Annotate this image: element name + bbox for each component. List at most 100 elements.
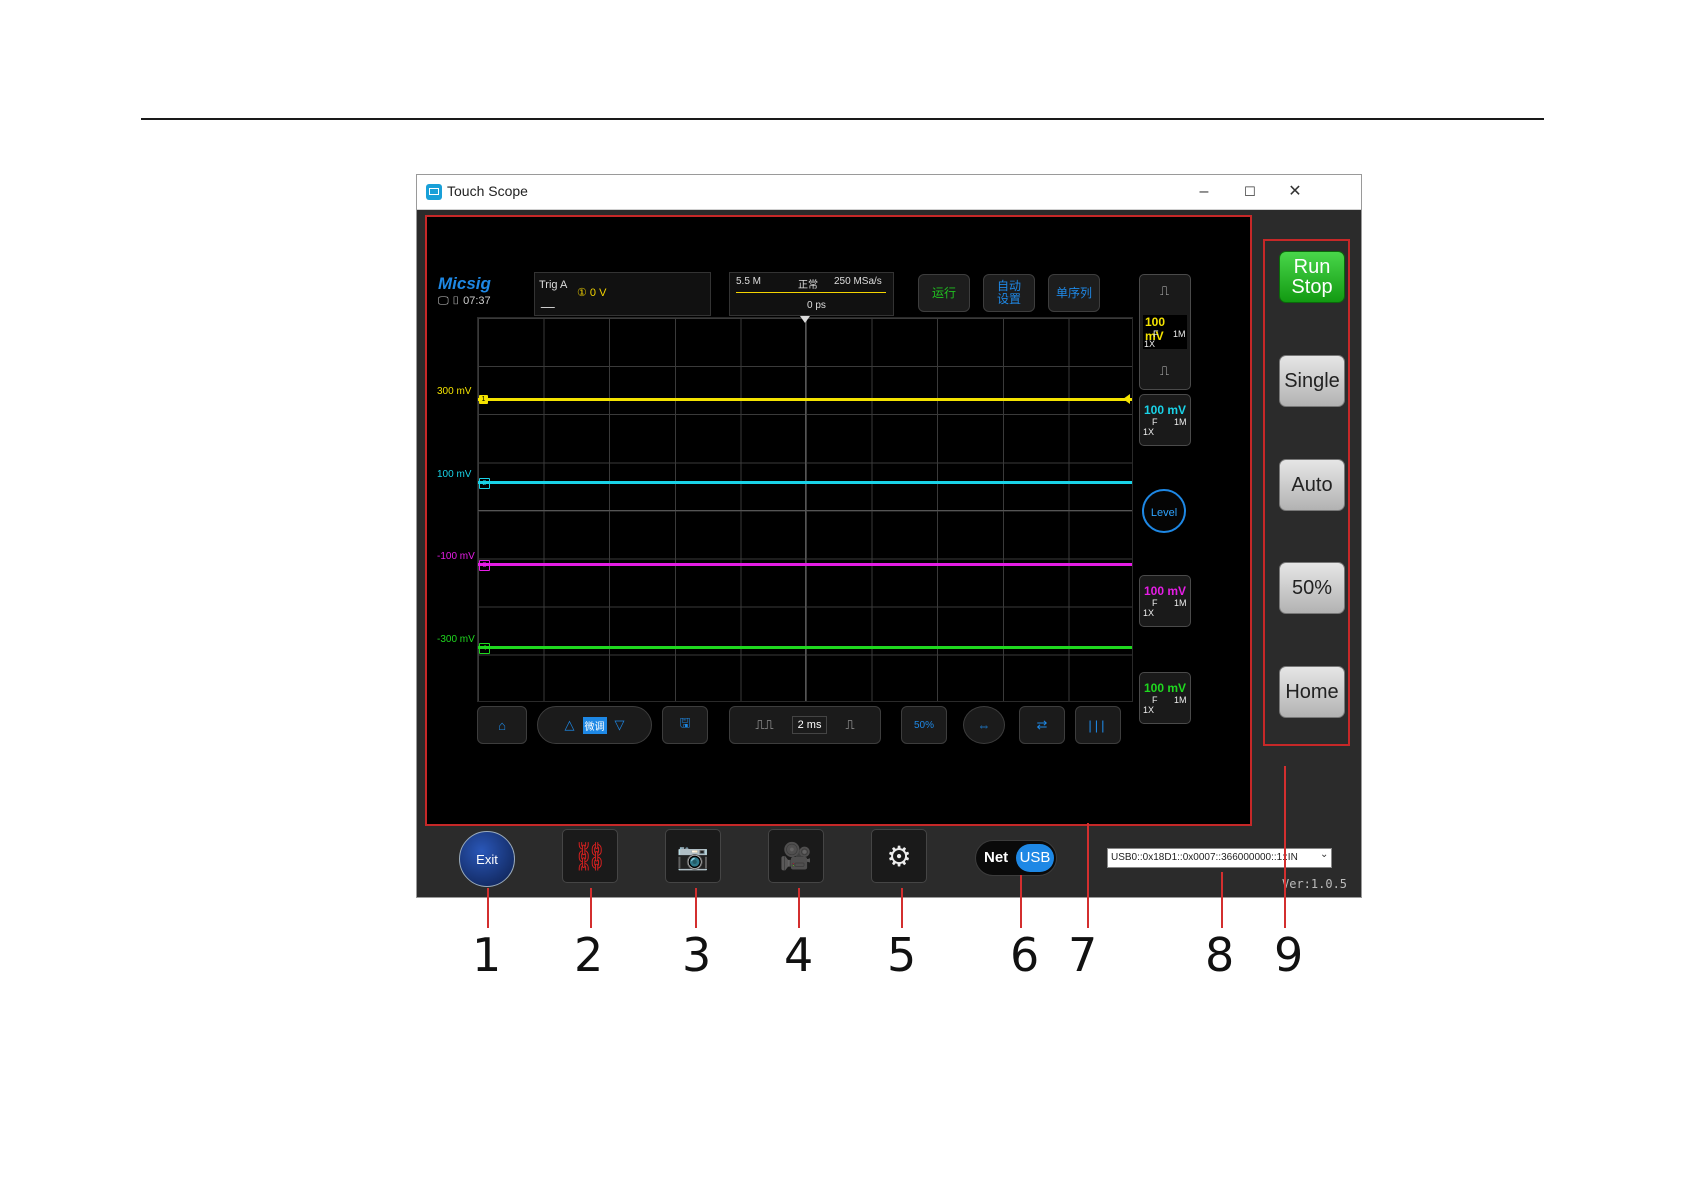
ch3-coupling: F — [1152, 598, 1158, 608]
ch1-probe: 1X — [1144, 339, 1156, 349]
clock-time: 07:37 — [463, 295, 491, 307]
ch4-offset: -300 mV — [437, 634, 475, 645]
close-button[interactable]: ✕ — [1272, 175, 1318, 209]
acq-mode: 正常 — [798, 280, 818, 291]
ch2-probe: 1X — [1143, 427, 1155, 437]
ch4-coupling: F — [1152, 695, 1158, 705]
ch4-volts: 100 mV — [1144, 681, 1187, 695]
ch3-panel[interactable]: 100 mV F 1M 1X — [1139, 575, 1191, 627]
home-icon[interactable]: ⌂ — [477, 706, 527, 744]
video-record-icon[interactable]: 🎥 — [768, 829, 824, 883]
device-select[interactable]: USB0::0x18D1::0x0007::366000000::1::IN — [1107, 848, 1332, 868]
net-option[interactable]: Net — [984, 849, 1008, 866]
up-arrow-icon[interactable]: △ — [565, 717, 575, 733]
fine-adjust-control[interactable]: △ 微调 ▽ — [537, 706, 652, 744]
waveform-grid[interactable]: 1 2 3 4 — [477, 316, 1133, 702]
down-arrow-icon[interactable]: ▽ — [615, 717, 625, 733]
horizontal-position-icon[interactable]: ⇔ — [963, 706, 1005, 744]
minimize-button[interactable]: – — [1181, 175, 1227, 209]
ch3-trace — [478, 563, 1132, 566]
trigger-icon[interactable]: ⇄ — [1019, 706, 1065, 744]
callout-2: 2 — [574, 928, 604, 982]
center-horizontal-axis — [478, 510, 1132, 511]
version-label: Ver:1.0.5 — [1282, 877, 1348, 891]
trigger-position-marker[interactable] — [800, 316, 810, 323]
device-address: USB0::0x18D1::0x0007::366000000::1::IN — [1111, 852, 1298, 863]
trigger-level-marker[interactable] — [1123, 394, 1130, 404]
pulse-icon: ⎍ — [1160, 283, 1170, 298]
ch2-coupling: F — [1152, 417, 1158, 427]
ch1-coupling: F — [1153, 329, 1159, 339]
trigger-level-knob[interactable]: Level — [1142, 489, 1186, 533]
usb-option[interactable]: USB — [1016, 844, 1054, 872]
maximize-button[interactable]: ☐ — [1227, 175, 1273, 209]
callout-5: 5 — [887, 928, 917, 982]
ch2-marker[interactable]: 2 — [479, 478, 490, 489]
wide-pulse-icon[interactable]: ⎍⎍ — [755, 717, 773, 733]
save-icon[interactable]: 🖫 — [662, 706, 708, 744]
run-stop-button[interactable]: Run Stop — [1279, 251, 1345, 303]
ch2-offset: 100 mV — [437, 469, 472, 480]
run-button[interactable]: 运行 — [918, 274, 970, 312]
trigger-source: Trig A — [539, 279, 568, 291]
cursor-icon[interactable]: ||| — [1075, 706, 1121, 744]
ch3-impedance: 1M — [1174, 598, 1187, 608]
callout-line-4 — [798, 888, 800, 928]
ch1-info: 100 mV F 1M 1X — [1143, 315, 1187, 349]
narrow-pulse-icon[interactable]: ⎍ — [845, 717, 854, 733]
title-bar: Touch Scope – ☐ ✕ — [417, 175, 1361, 210]
net-usb-toggle[interactable]: Net USB — [975, 840, 1057, 876]
callout-line-9 — [1284, 766, 1286, 928]
auto-button[interactable]: Auto — [1279, 459, 1345, 511]
connect-link-icon[interactable]: ⛓ — [562, 829, 618, 883]
ch1-marker[interactable]: 1 — [479, 395, 488, 404]
ch1-panel[interactable]: ⎍ 100 mV F 1M 1X ⎍ — [1139, 274, 1191, 390]
window-title: Touch Scope — [447, 183, 528, 199]
ch3-marker[interactable]: 3 — [479, 560, 490, 571]
callout-line-1 — [487, 888, 489, 928]
callout-4: 4 — [784, 928, 814, 982]
clock: 🖵 ▯ 07:37 — [438, 295, 491, 308]
single-button[interactable]: Single — [1279, 355, 1345, 407]
timebase-control[interactable]: ⎍⎍ 2 ms ⎍ — [729, 706, 881, 744]
callout-line-5 — [901, 888, 903, 928]
screenshot-camera-icon[interactable]: 📷 — [665, 829, 721, 883]
fifty-percent-button[interactable]: 50% — [901, 706, 947, 744]
ch1-offset: 300 mV — [437, 386, 472, 397]
fine-label: 微调 — [582, 716, 607, 734]
app-icon — [426, 184, 442, 200]
single-seq-button[interactable]: 单序列 — [1048, 274, 1100, 312]
app-window: Touch Scope – ☐ ✕ Micsig 🖵 ▯ 07:37 Trig … — [416, 174, 1362, 898]
ch3-volts: 100 mV — [1144, 584, 1187, 598]
memory-bar — [736, 292, 886, 293]
ch3-offset: -100 mV — [437, 551, 475, 562]
ch4-probe: 1X — [1143, 705, 1155, 715]
ch2-panel[interactable]: 100 mV F 1M 1X — [1139, 394, 1191, 446]
home-button[interactable]: Home — [1279, 666, 1345, 718]
brand-logo: Micsig — [438, 274, 491, 293]
ch4-marker[interactable]: 4 — [479, 643, 490, 654]
callout-line-8 — [1221, 872, 1223, 928]
fifty-percent-quick-button[interactable]: 50% — [1279, 562, 1345, 614]
callout-line-2 — [590, 888, 592, 928]
chevron-down-icon[interactable]: ⌄ — [1320, 849, 1328, 860]
ch4-impedance: 1M — [1174, 695, 1187, 705]
callout-3: 3 — [682, 928, 712, 982]
page-divider — [141, 118, 1544, 120]
timebase-info[interactable]: 5.5 M 正常 250 MSa/s 0 ps — [729, 272, 894, 316]
pulse-icon: ⎍ — [1160, 363, 1170, 378]
autoset-button[interactable]: 自动 设置 — [983, 274, 1035, 312]
ch2-volts: 100 mV — [1144, 403, 1187, 417]
ch2-impedance: 1M — [1174, 417, 1187, 427]
battery-icon: ▯ — [451, 295, 461, 307]
callout-line-7 — [1087, 823, 1089, 928]
ch4-panel[interactable]: 100 mV F 1M 1X — [1139, 672, 1191, 724]
sample-rate: 250 MSa/s — [834, 276, 882, 287]
exit-button[interactable]: Exit — [459, 831, 515, 887]
ch4-trace — [478, 646, 1132, 649]
quick-controls-panel: Run Stop Single Auto 50% Home — [1263, 239, 1350, 746]
time-div-value: 2 ms — [791, 716, 828, 734]
settings-gear-icon[interactable]: ⚙ — [871, 829, 927, 883]
trigger-info[interactable]: Trig A ① 0 V — [534, 272, 711, 316]
ch1-impedance: 1M — [1173, 329, 1186, 339]
